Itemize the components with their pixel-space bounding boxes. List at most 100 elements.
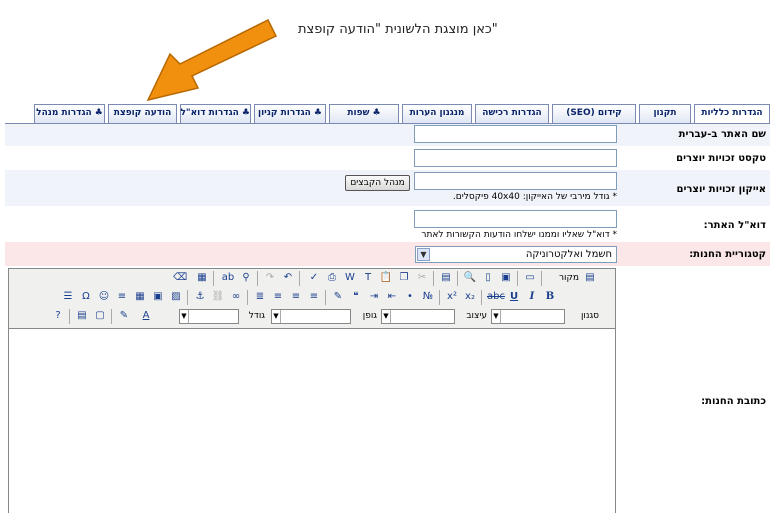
tab-seo[interactable]: קידום (SEO): [552, 104, 636, 123]
smiley-icon[interactable]: ☺: [97, 290, 111, 304]
numbered-list-icon[interactable]: №: [421, 290, 435, 304]
tab-general-settings[interactable]: הגדרות כלליות: [694, 104, 770, 124]
eraser-icon[interactable]: ⌫: [173, 271, 187, 285]
source-button[interactable]: מקור: [547, 271, 579, 286]
find-icon[interactable]: ⚲: [239, 271, 253, 285]
row-site-email: דוא"ל האתר: * דוא"ל שאליו וממנו ישלחו הו…: [5, 206, 770, 242]
tab-admin-settings[interactable]: ♣ הגדרות מנהל: [34, 104, 105, 123]
chevron-down-icon: ▼: [382, 310, 391, 323]
paste-word-icon[interactable]: W: [343, 271, 357, 285]
bulleted-list-icon[interactable]: •: [403, 290, 417, 304]
font-select[interactable]: ▼: [271, 309, 351, 324]
blockquote-icon[interactable]: ❝: [349, 290, 363, 304]
copyright-icon-input[interactable]: [414, 172, 617, 190]
size-label: גודל: [248, 311, 265, 321]
tab-mall-settings[interactable]: ♣ הגדרות קניון: [254, 104, 326, 123]
editor-toolbar-row-1: ⌫ ▦ ab ⚲ ↷ ↶ ✓ ⎙ W T 📋 ❐ ✂ ▤ 🔍 ▯ ▣ ▭ מקו…: [9, 269, 615, 289]
chevron-down-icon[interactable]: ▼: [417, 248, 430, 261]
help-icon[interactable]: ?: [51, 309, 65, 323]
page-break-icon[interactable]: ☰: [61, 290, 75, 304]
site-name-input[interactable]: [414, 125, 617, 143]
store-category-select[interactable]: חשמל ואלקטרוניקה ▼: [415, 246, 617, 263]
editor-content-area[interactable]: [9, 328, 615, 513]
spellcheck-icon[interactable]: ✓: [307, 271, 321, 285]
tab-languages[interactable]: ♣ שפות: [329, 104, 399, 123]
preview-icon[interactable]: 🔍: [463, 271, 477, 285]
annotation-text: כאן מוצגת הלשונית "הודעה קופצת": [298, 22, 498, 37]
chevron-down-icon: ▼: [492, 310, 501, 323]
site-name-label: שם האתר ב-עברית: [678, 129, 766, 140]
file-manager-button[interactable]: מנהל הקבצים: [345, 175, 410, 191]
print-icon[interactable]: ⎙: [325, 271, 339, 285]
copy-icon[interactable]: ❐: [397, 271, 411, 285]
copyright-text-input[interactable]: [414, 149, 617, 167]
paste-text-icon[interactable]: T: [361, 271, 375, 285]
background-color-icon[interactable]: ✎: [117, 309, 131, 323]
font-label: גופן: [362, 311, 377, 321]
redo-icon[interactable]: ↷: [263, 271, 277, 285]
text-color-icon[interactable]: A: [139, 309, 153, 323]
chevron-down-icon: ▼: [180, 310, 189, 323]
maximize-icon[interactable]: ▢: [93, 309, 107, 323]
bold-icon[interactable]: B: [543, 290, 557, 304]
tab-purchase-settings[interactable]: הגדרות רכישה: [475, 104, 549, 123]
copyright-icon-label: אייקון זכויות יוצרים: [676, 184, 766, 195]
strikethrough-icon[interactable]: abc: [487, 290, 505, 304]
style-select[interactable]: ▼: [491, 309, 565, 324]
templates-icon[interactable]: ▤: [439, 271, 453, 285]
table-insert-icon[interactable]: ▦: [133, 290, 147, 304]
anchor-icon[interactable]: ⚓: [193, 290, 207, 304]
show-blocks-icon[interactable]: ▤: [75, 309, 89, 323]
flash-icon[interactable]: ▣: [151, 290, 165, 304]
annotation-arrow: [146, 18, 278, 102]
row-store-category: קטגוריית החנות: חשמל ואלקטרוניקה ▼: [5, 242, 770, 266]
store-category-value: חשמל ואלקטרוניקה: [525, 249, 612, 260]
link-icon[interactable]: ∞: [229, 290, 243, 304]
document-props-icon[interactable]: ▭: [523, 271, 537, 285]
site-email-hint: * דוא"ל שאליו וממנו ישלחו הודעות הקשורות…: [421, 230, 617, 240]
outdent-icon[interactable]: ⇤: [385, 290, 399, 304]
size-select[interactable]: ▼: [179, 309, 239, 324]
tab-terms[interactable]: תקנון: [639, 104, 691, 123]
align-justify-icon[interactable]: ≣: [253, 290, 267, 304]
paste-icon[interactable]: 📋: [379, 271, 393, 285]
format-label: עיצוב: [466, 311, 487, 321]
row-copyright-icon: אייקון זכויות יוצרים מנהל הקבצים * גודל …: [5, 170, 770, 206]
underline-icon[interactable]: U: [507, 290, 521, 304]
unlink-icon[interactable]: ⛓: [211, 290, 225, 304]
editor-toolbar-row-2: ☰ Ω ☺ ≡ ▦ ▣ ▨ ⚓ ⛓ ∞ ≣ ≡ ≡ ≡ ✎ ❝ ⇥ ⇤ • № …: [9, 288, 615, 308]
undo-icon[interactable]: ↶: [281, 271, 295, 285]
save-icon[interactable]: ▣: [499, 271, 513, 285]
row-copyright-text: טקסט זכויות יוצרים: [5, 146, 770, 170]
copyright-text-label: טקסט זכויות יוצרים: [676, 153, 766, 164]
store-category-label: קטגוריית החנות:: [689, 249, 766, 260]
source-icon[interactable]: ▤: [583, 271, 597, 285]
cut-icon[interactable]: ✂: [415, 271, 429, 285]
image-icon[interactable]: ▨: [169, 290, 183, 304]
tab-comments[interactable]: מנגנון הערות: [402, 104, 472, 123]
horizontal-rule-icon[interactable]: ≡: [115, 290, 129, 304]
site-email-label: דוא"ל האתר:: [703, 220, 766, 231]
align-left-icon[interactable]: ≡: [307, 290, 321, 304]
store-address-label: כתובת החנות:: [701, 396, 766, 407]
tab-popup-message[interactable]: הודעה קופצת: [108, 104, 177, 123]
replace-icon[interactable]: ab: [221, 271, 235, 285]
align-right-icon[interactable]: ≡: [271, 290, 285, 304]
italic-icon[interactable]: I: [525, 290, 539, 304]
create-div-icon[interactable]: ✎: [331, 290, 345, 304]
new-page-icon[interactable]: ▯: [481, 271, 495, 285]
chevron-down-icon: ▼: [272, 310, 281, 323]
format-select[interactable]: ▼: [381, 309, 455, 324]
site-email-input[interactable]: [414, 210, 617, 228]
settings-tabs: הגדרות כלליות תקנון קידום (SEO) הגדרות ר…: [34, 104, 770, 124]
editor-toolbar-row-3: ? ▤ ▢ ✎ A ▼ גודל ▼ גופן ▼ עיצוב ▼ סגנון: [9, 307, 615, 327]
style-label: סגנון: [580, 311, 599, 321]
table-icon[interactable]: ▦: [195, 271, 209, 285]
subscript-icon[interactable]: x₂: [463, 290, 477, 304]
tab-email-settings[interactable]: ♣ הגדרות דוא"ל: [180, 104, 251, 123]
align-center-icon[interactable]: ≡: [289, 290, 303, 304]
special-char-icon[interactable]: Ω: [79, 290, 93, 304]
superscript-icon[interactable]: x²: [445, 290, 459, 304]
rich-text-editor: ⌫ ▦ ab ⚲ ↷ ↶ ✓ ⎙ W T 📋 ❐ ✂ ▤ 🔍 ▯ ▣ ▭ מקו…: [8, 268, 616, 513]
indent-icon[interactable]: ⇥: [367, 290, 381, 304]
